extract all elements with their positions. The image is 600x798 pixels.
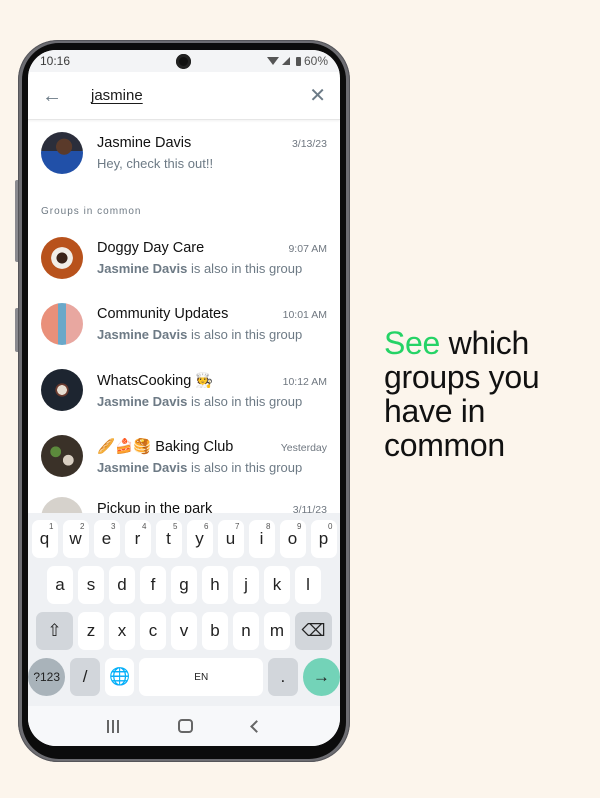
battery-level: 60% <box>303 54 328 68</box>
key-c[interactable]: c <box>140 612 166 650</box>
slash-key[interactable]: / <box>70 658 100 696</box>
navigation-bar <box>28 706 340 746</box>
back-arrow-icon[interactable]: ← <box>42 86 62 106</box>
backspace-key[interactable]: ⌫ <box>295 612 332 650</box>
recents-icon[interactable] <box>107 719 120 733</box>
globe-icon[interactable]: 🌐 <box>104 658 135 696</box>
key-q[interactable]: q1 <box>31 520 58 558</box>
key-j[interactable]: j <box>233 566 259 604</box>
group-name: Doggy Day Care <box>97 240 205 256</box>
key-u[interactable]: u7 <box>217 520 244 558</box>
tagline: See which groups you have in common <box>384 326 584 462</box>
avatar <box>41 303 83 345</box>
shift-key[interactable]: ⇧ <box>36 612 73 650</box>
symbols-key[interactable]: ?123 <box>28 658 66 696</box>
contact-row[interactable]: Jasmine Davis 3/13/23 Hey, check this ou… <box>28 120 340 186</box>
key-n[interactable]: n <box>233 612 259 650</box>
key-k[interactable]: k <box>264 566 290 604</box>
key-y[interactable]: y6 <box>186 520 213 558</box>
key-w[interactable]: w2 <box>62 520 89 558</box>
wifi-icon <box>266 57 279 65</box>
group-row[interactable]: Community Updates 10:01 AM Jasmine Davis… <box>28 291 340 357</box>
key-g[interactable]: g <box>171 566 197 604</box>
key-z[interactable]: z <box>78 612 104 650</box>
group-name: Community Updates <box>97 306 229 322</box>
status-bar: 10:16 60% <box>28 50 340 72</box>
group-time: Yesterday <box>280 441 327 454</box>
group-row[interactable]: Doggy Day Care 9:07 AM Jasmine Davis is … <box>28 225 340 291</box>
group-subtitle: Jasmine Davis is also in this group <box>97 393 303 409</box>
key-o[interactable]: o9 <box>279 520 306 558</box>
contact-name: Jasmine Davis <box>97 135 192 151</box>
space-key[interactable]: EN <box>139 658 264 696</box>
message-preview: Hey, check this out!! <box>97 156 214 171</box>
key-a[interactable]: a <box>47 566 73 604</box>
key-t[interactable]: t5 <box>155 520 182 558</box>
phone-screen: 10:16 60% ← jasmine ✕ Jasmine Davis 3/13… <box>28 50 340 746</box>
key-r[interactable]: r4 <box>124 520 151 558</box>
avatar <box>41 132 83 174</box>
key-l[interactable]: l <box>295 566 321 604</box>
key-d[interactable]: d <box>109 566 135 604</box>
battery-icon <box>295 56 301 66</box>
avatar <box>41 237 83 279</box>
contact-date: 3/13/23 <box>291 138 327 150</box>
key-p[interactable]: p0 <box>310 520 337 558</box>
group-name: 🥖🍰🥞 Baking Club <box>97 438 234 455</box>
key-v[interactable]: v <box>171 612 197 650</box>
camera-icon <box>176 54 191 69</box>
key-m[interactable]: m <box>264 612 290 650</box>
avatar <box>41 369 83 411</box>
key-i[interactable]: i8 <box>248 520 275 558</box>
keyboard: q1w2e3r4t5y6u7i8o9p0 asdfghjkl ⇧ zxcvbnm… <box>28 513 340 706</box>
tagline-accent: See <box>384 325 441 361</box>
group-subtitle: Jasmine Davis is also in this group <box>97 327 303 342</box>
group-row[interactable]: 🥖🍰🥞 Baking Club Yesterday Jasmine Davis … <box>28 423 340 489</box>
group-time: 9:07 AM <box>288 243 327 255</box>
back-nav-icon[interactable] <box>249 719 263 733</box>
group-time: 10:01 AM <box>282 309 327 321</box>
status-time: 10:16 <box>40 54 71 68</box>
close-icon[interactable]: ✕ <box>309 83 326 108</box>
key-s[interactable]: s <box>78 566 104 604</box>
period-key[interactable]: . <box>268 658 298 696</box>
signal-icon <box>281 57 290 65</box>
group-row[interactable]: WhatsCooking 🧑‍🍳 10:12 AM Jasmine Davis … <box>28 357 340 423</box>
group-subtitle: Jasmine Davis is also in this group <box>97 459 303 475</box>
group-name: WhatsCooking 🧑‍🍳 <box>97 372 214 389</box>
enter-arrow-icon[interactable]: → <box>302 658 340 696</box>
search-bar: ← jasmine ✕ <box>28 72 340 120</box>
avatar <box>41 435 83 477</box>
key-h[interactable]: h <box>202 566 228 604</box>
home-icon[interactable] <box>177 719 193 733</box>
key-e[interactable]: e3 <box>93 520 120 558</box>
search-input[interactable]: jasmine <box>91 87 309 104</box>
group-subtitle: Jasmine Davis is also in this group <box>97 261 303 276</box>
group-time: 10:12 AM <box>282 375 327 388</box>
section-label: Groups in common <box>41 206 142 217</box>
key-b[interactable]: b <box>202 612 228 650</box>
key-x[interactable]: x <box>109 612 135 650</box>
search-results: Jasmine Davis 3/13/23 Hey, check this ou… <box>28 120 340 555</box>
key-f[interactable]: f <box>140 566 166 604</box>
